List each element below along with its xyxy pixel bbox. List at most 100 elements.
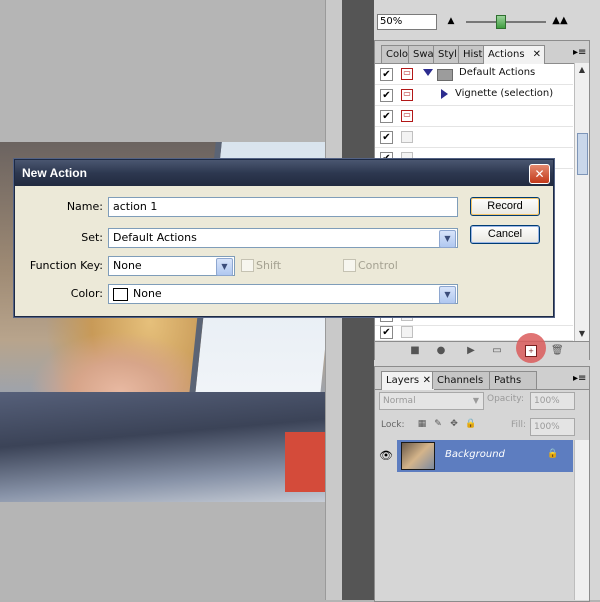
panel-menu-icon[interactable]: ▸≡ [573, 47, 587, 59]
set-label: Set: [81, 231, 103, 244]
play-icon[interactable]: ▶ [465, 345, 477, 357]
new-set-icon[interactable]: ▭ [491, 345, 503, 357]
lock-icon: 🔒 [547, 449, 559, 459]
tab-label: Swa [413, 49, 434, 60]
action-label: Vignette (selection) [455, 88, 554, 99]
dialog-title: New Action [22, 166, 87, 180]
action-row[interactable]: ✔ [375, 127, 573, 148]
blend-mode-select[interactable]: Normal ▼ [379, 392, 484, 410]
action-set-label: Default Actions [459, 67, 536, 78]
close-button[interactable]: ✕ [529, 164, 550, 184]
dialog-toggle-icon[interactable] [401, 326, 413, 338]
tab-label: Styl [438, 49, 457, 60]
layer-thumbnail [401, 442, 435, 470]
folder-icon [437, 69, 453, 81]
opacity-label: Opacity: [487, 394, 524, 404]
blend-mode-value: Normal [383, 396, 416, 406]
lock-move-icon[interactable]: ✥ [449, 419, 459, 429]
tab-channels[interactable]: Channels [432, 371, 492, 389]
check-icon[interactable]: ✔ [380, 326, 393, 339]
scroll-up-icon[interactable]: ▲ [577, 65, 587, 75]
action-row[interactable]: ✔ ▭ [375, 106, 573, 127]
eye-icon[interactable]: 👁 [375, 440, 397, 472]
large-mountain-icon[interactable]: ▲▲ [552, 16, 568, 26]
check-icon[interactable]: ✔ [380, 68, 393, 81]
photo-red-object [285, 432, 325, 492]
shift-checkbox[interactable] [241, 259, 254, 272]
color-value: None [133, 287, 162, 300]
new-action-dialog: New Action ✕ Name: action 1 Set: Default… [14, 159, 554, 317]
check-icon[interactable]: ✔ [380, 110, 393, 123]
navigator-zoom-bar: 50% ▲ ▲▲ [374, 10, 600, 36]
new-action-icon[interactable]: + [525, 345, 537, 357]
record-icon[interactable]: ● [435, 345, 447, 357]
collapse-triangle-icon[interactable] [441, 89, 448, 99]
small-mountain-icon[interactable]: ▲ [446, 16, 456, 26]
tab-label: Channels [437, 375, 484, 386]
zoom-slider-thumb[interactable] [496, 15, 506, 29]
record-button[interactable]: Record [470, 197, 540, 216]
control-label: Control [358, 259, 398, 272]
name-label: Name: [66, 200, 103, 213]
tab-label: Paths [494, 375, 522, 386]
layers-tabbar: Layers ✕ Channels Paths ▸≡ [375, 367, 589, 390]
lock-label: Lock: [381, 420, 405, 430]
lock-all-icon[interactable]: 🔒 [465, 419, 476, 429]
close-icon[interactable]: ✕ [423, 372, 431, 389]
chevron-down-icon[interactable]: ▼ [216, 258, 233, 276]
shift-label: Shift [256, 259, 282, 272]
photo-car-door [0, 392, 325, 502]
action-row[interactable]: ✔ ▭ Vignette (selection) [375, 85, 573, 106]
opacity-input[interactable]: 100% [530, 392, 575, 410]
actions-tabbar: Colo Swa Styl Hist Actions ✕ ▸≡ [375, 41, 589, 64]
chevron-down-icon: ▼ [472, 396, 480, 405]
dialog-titlebar[interactable]: New Action ✕ [15, 160, 553, 186]
function-key-label: Function Key: [29, 259, 103, 272]
chevron-down-icon[interactable]: ▼ [439, 230, 456, 248]
cancel-button[interactable]: Cancel [470, 225, 540, 244]
tab-layers[interactable]: Layers ✕ [381, 371, 435, 390]
action-set-row[interactable]: ✔ ▭ Default Actions [375, 64, 573, 85]
function-key-value: None [113, 259, 142, 272]
actions-footer: ■ ● ▶ ▭ + 🗑 [375, 333, 589, 363]
layers-scrollbar[interactable] [574, 440, 589, 600]
tab-actions[interactable]: Actions ✕ [483, 45, 545, 64]
layer-name: Background [445, 449, 505, 460]
scroll-thumb[interactable] [577, 133, 588, 175]
tab-label: Colo [386, 49, 408, 60]
tab-paths[interactable]: Paths [489, 371, 537, 389]
zoom-slider[interactable] [466, 21, 546, 23]
set-select[interactable]: Default Actions ▼ [108, 228, 458, 248]
panel-menu-icon[interactable]: ▸≡ [573, 373, 587, 385]
expand-triangle-icon[interactable] [423, 69, 433, 76]
color-swatch [113, 288, 128, 301]
close-icon[interactable]: ✕ [533, 46, 541, 63]
stop-icon[interactable]: ■ [409, 345, 421, 357]
scroll-down-icon[interactable]: ▼ [577, 329, 587, 339]
check-icon[interactable]: ✔ [380, 131, 393, 144]
control-checkbox[interactable] [343, 259, 356, 272]
set-value: Default Actions [113, 231, 197, 244]
lock-transparency-icon[interactable]: ▦ [417, 419, 427, 429]
trash-icon[interactable]: 🗑 [551, 345, 564, 357]
tab-label: Hist [463, 49, 483, 60]
name-input[interactable]: action 1 [108, 197, 458, 217]
dialog-toggle-icon[interactable]: ▭ [401, 110, 413, 122]
tab-label: Actions [488, 49, 525, 60]
fill-label: Fill: [511, 420, 527, 430]
color-select[interactable]: None ▼ [108, 284, 458, 304]
function-key-select[interactable]: None ▼ [108, 256, 235, 276]
fill-input[interactable]: 100% [530, 418, 575, 436]
check-icon[interactable]: ✔ [380, 89, 393, 102]
lock-brush-icon[interactable]: ✎ [433, 419, 443, 429]
layers-panel: Layers ✕ Channels Paths ▸≡ Normal ▼ Opaci… [374, 366, 590, 602]
actions-scrollbar[interactable]: ▲ ▼ [574, 63, 589, 341]
color-label: Color: [70, 287, 103, 300]
chevron-down-icon[interactable]: ▼ [439, 286, 456, 304]
dialog-toggle-icon[interactable] [401, 131, 413, 143]
dialog-toggle-icon[interactable]: ▭ [401, 68, 413, 80]
tab-label: Layers [386, 375, 420, 386]
zoom-input[interactable]: 50% [377, 14, 437, 30]
dialog-toggle-icon[interactable]: ▭ [401, 89, 413, 101]
layer-row[interactable]: 👁 Background 🔒 [375, 440, 573, 472]
